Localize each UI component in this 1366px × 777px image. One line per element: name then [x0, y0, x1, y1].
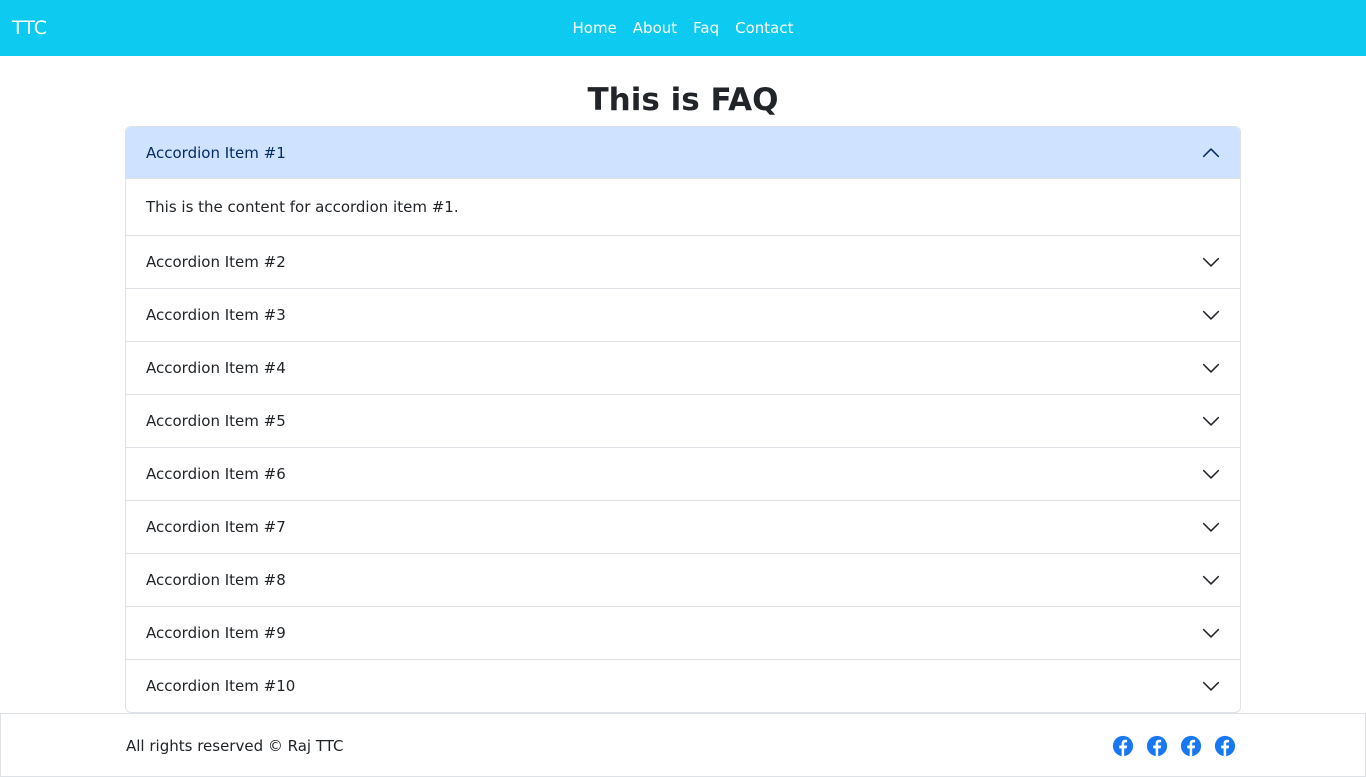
- accordion-header-1[interactable]: Accordion Item #1: [126, 127, 1240, 179]
- social-links: [1112, 735, 1236, 757]
- accordion-body: This is the content for accordion item #…: [146, 198, 459, 216]
- accordion-header-3[interactable]: Accordion Item #3: [126, 289, 1240, 341]
- chevron-down-icon: [1202, 416, 1220, 426]
- accordion-title: Accordion Item #5: [146, 412, 286, 430]
- accordion-header-10[interactable]: Accordion Item #10: [126, 660, 1240, 712]
- accordion-header-6[interactable]: Accordion Item #6: [126, 448, 1240, 500]
- chevron-down-icon: [1202, 363, 1220, 373]
- faq-accordion: Accordion Item #1 This is the content for…: [125, 126, 1241, 713]
- accordion-item: Accordion Item #4: [126, 341, 1240, 394]
- facebook-icon[interactable]: [1214, 735, 1236, 757]
- accordion-item: Accordion Item #5: [126, 394, 1240, 447]
- accordion-title: Accordion Item #4: [146, 359, 286, 377]
- accordion-title: Accordion Item #10: [146, 677, 296, 695]
- accordion-header-2[interactable]: Accordion Item #2: [126, 236, 1240, 288]
- accordion-item: Accordion Item #7: [126, 500, 1240, 553]
- accordion-item: Accordion Item #10: [126, 659, 1240, 712]
- chevron-down-icon: [1202, 681, 1220, 691]
- nav-links: Home About Faq Contact: [0, 18, 1366, 38]
- facebook-icon[interactable]: [1112, 735, 1134, 757]
- accordion-title: Accordion Item #3: [146, 306, 286, 324]
- chevron-up-icon: [1202, 148, 1220, 158]
- facebook-icon[interactable]: [1180, 735, 1202, 757]
- accordion-title: Accordion Item #7: [146, 518, 286, 536]
- accordion-item: Accordion Item #1 This is the content for…: [126, 127, 1240, 235]
- page-title: This is FAQ: [587, 82, 779, 118]
- accordion-header-9[interactable]: Accordion Item #9: [126, 607, 1240, 659]
- accordion-title: Accordion Item #9: [146, 624, 286, 642]
- facebook-icon[interactable]: [1146, 735, 1168, 757]
- accordion-title: Accordion Item #6: [146, 465, 286, 483]
- nav-link-faq[interactable]: Faq: [693, 18, 719, 38]
- footer: All rights reserved © Raj TTC: [0, 713, 1366, 777]
- nav-link-home[interactable]: Home: [573, 18, 617, 38]
- accordion-title: Accordion Item #2: [146, 253, 286, 271]
- accordion-header-7[interactable]: Accordion Item #7: [126, 501, 1240, 553]
- navbar: TTC Home About Faq Contact: [0, 0, 1366, 56]
- accordion-title: Accordion Item #8: [146, 571, 286, 589]
- nav-link-contact[interactable]: Contact: [735, 18, 793, 38]
- accordion-header-5[interactable]: Accordion Item #5: [126, 395, 1240, 447]
- accordion-item: Accordion Item #6: [126, 447, 1240, 500]
- accordion-item: Accordion Item #9: [126, 606, 1240, 659]
- accordion-header-4[interactable]: Accordion Item #4: [126, 342, 1240, 394]
- copyright-text: All rights reserved © Raj TTC: [126, 737, 344, 755]
- accordion-item: Accordion Item #3: [126, 288, 1240, 341]
- chevron-down-icon: [1202, 522, 1220, 532]
- chevron-down-icon: [1202, 310, 1220, 320]
- accordion-item: Accordion Item #8: [126, 553, 1240, 606]
- chevron-down-icon: [1202, 575, 1220, 585]
- nav-link-about[interactable]: About: [633, 18, 677, 38]
- accordion-header-8[interactable]: Accordion Item #8: [126, 554, 1240, 606]
- accordion-title: Accordion Item #1: [146, 144, 286, 162]
- chevron-down-icon: [1202, 628, 1220, 638]
- chevron-down-icon: [1202, 469, 1220, 479]
- chevron-down-icon: [1202, 257, 1220, 267]
- accordion-item: Accordion Item #2: [126, 235, 1240, 288]
